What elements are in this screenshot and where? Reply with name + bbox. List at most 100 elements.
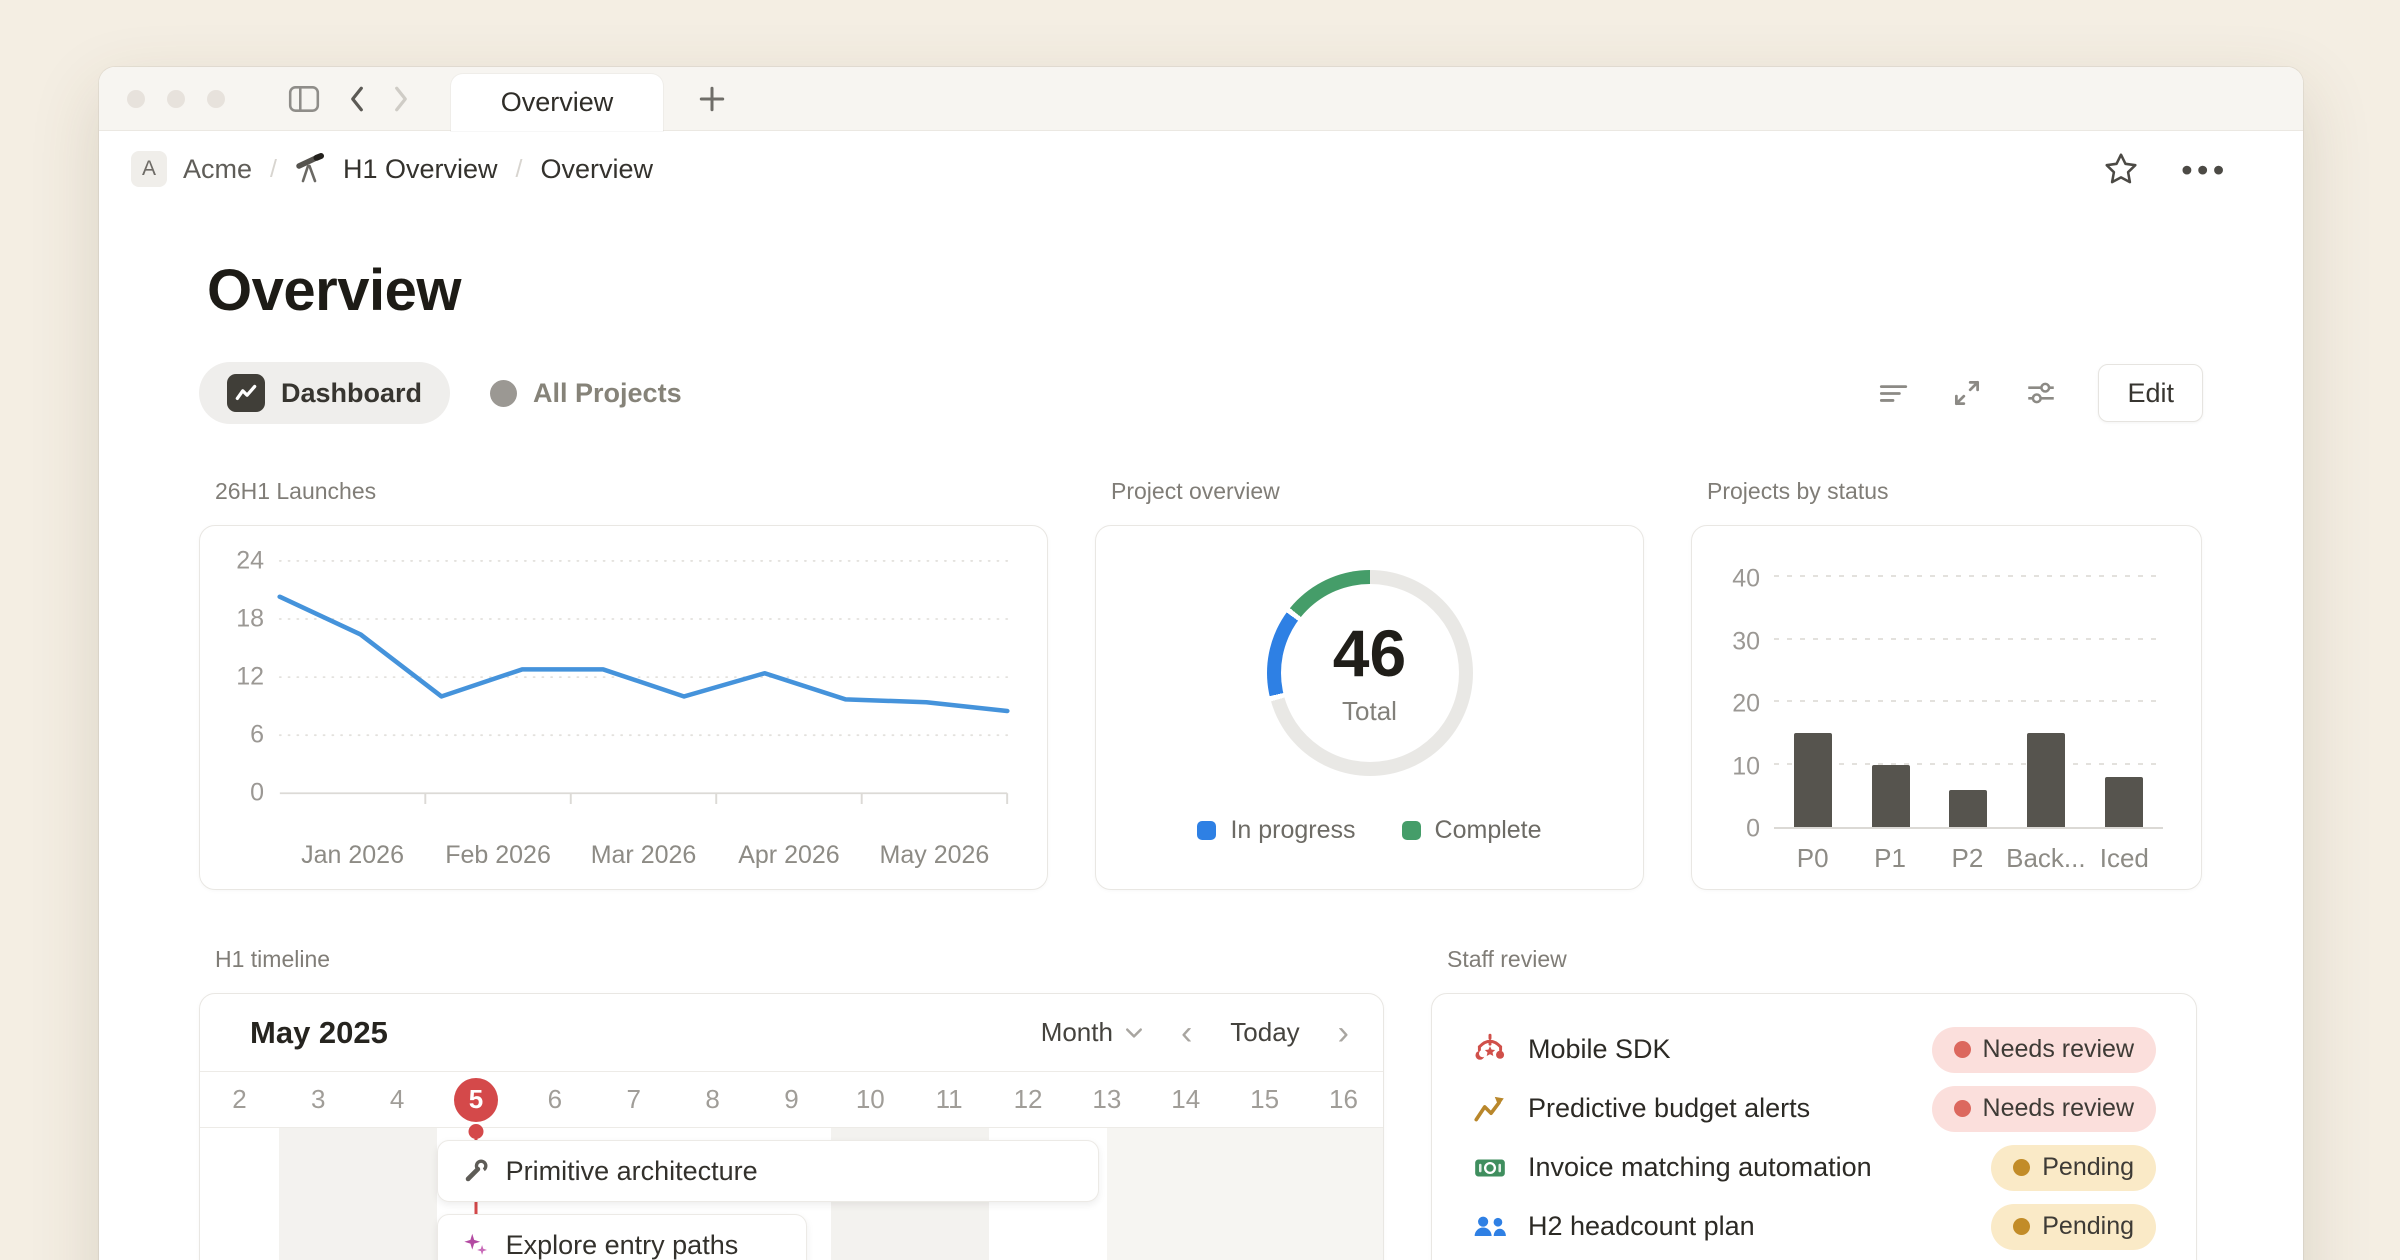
section-label: H1 timeline — [215, 946, 1384, 973]
tab-overview[interactable]: Overview — [451, 74, 663, 131]
app-window: Overview A Acme / H1 Ov — [99, 67, 2303, 1260]
status-badge: Needs review — [1932, 1086, 2156, 1132]
timeline-day[interactable]: 11 — [910, 1072, 989, 1127]
donut-total-label: Total — [1342, 696, 1397, 727]
timeline-next-icon[interactable]: › — [1338, 1016, 1349, 1050]
traffic-light-zoom[interactable] — [207, 90, 225, 108]
timeline-day[interactable]: 14 — [1146, 1072, 1225, 1127]
timeline-day[interactable]: 7 — [594, 1072, 673, 1127]
event-label: Explore entry paths — [506, 1230, 739, 1260]
breadcrumb-current[interactable]: Overview — [540, 154, 653, 185]
line-chart-x-axis: Jan 2026Feb 2026Mar 2026Apr 2026May 2026 — [274, 833, 1013, 875]
view-tabs: Dashboard All Projects — [199, 362, 710, 424]
bar-category-label: Back... — [2006, 843, 2085, 875]
bar-category-label: P1 — [1874, 843, 1906, 875]
view-tab-dashboard[interactable]: Dashboard — [199, 362, 450, 424]
gray-circle-icon — [490, 380, 517, 407]
bar-chart-bars — [1774, 558, 2163, 827]
bar-chart-x-labels: P0P1P2Back...Iced — [1774, 833, 2163, 875]
timeline-event-primitive-architecture[interactable]: Primitive architecture — [437, 1140, 1099, 1202]
toolbar: Edit — [1876, 364, 2203, 422]
staff-item-label: Invoice matching automation — [1528, 1152, 1872, 1183]
baby-mobile-icon — [1472, 1032, 1508, 1068]
bar — [2027, 733, 2065, 827]
view-tab-all-projects[interactable]: All Projects — [462, 362, 710, 424]
favorite-star-icon[interactable] — [2103, 151, 2139, 187]
timeline-gray-panel — [1107, 1128, 1383, 1260]
workspace-avatar[interactable]: A — [131, 151, 167, 187]
status-badge: Needs review — [1932, 1027, 2156, 1073]
tab-title: Overview — [501, 87, 614, 118]
status-label: Needs review — [1983, 1035, 2134, 1064]
back-icon[interactable] — [335, 84, 379, 114]
dollar-bill-icon — [1472, 1150, 1508, 1186]
timeline-day[interactable]: 15 — [1225, 1072, 1304, 1127]
breadcrumb-parent[interactable]: H1 Overview — [343, 154, 498, 185]
edit-button[interactable]: Edit — [2098, 364, 2203, 422]
sidebar-toggle-icon[interactable] — [287, 84, 321, 114]
staff-review-card: Mobile SDK Needs review — [1431, 993, 2197, 1260]
timeline-prev-icon[interactable]: ‹ — [1181, 1016, 1192, 1050]
page-title: Overview — [207, 257, 2203, 324]
bar-chart: 010203040 P0P1P2Back...Iced — [1692, 526, 2201, 889]
view-selector-label: Month — [1041, 1017, 1113, 1048]
bar-chart-area — [1774, 558, 2163, 829]
breadcrumb-workspace[interactable]: Acme — [183, 154, 252, 185]
timeline-day[interactable]: 8 — [673, 1072, 752, 1127]
more-options-icon[interactable]: ••• — [2181, 154, 2229, 185]
timeline-day[interactable]: 16 — [1304, 1072, 1383, 1127]
status-label: Pending — [2042, 1212, 2134, 1241]
timeline-day[interactable]: 4 — [358, 1072, 437, 1127]
timeline-day[interactable]: 6 — [515, 1072, 594, 1127]
line-chart-svg — [274, 552, 1013, 829]
staff-row-h2-headcount-plan[interactable]: H2 headcount plan Pending — [1472, 1197, 2156, 1256]
staff-row-predictive-budget-alerts[interactable]: Predictive budget alerts Needs review — [1472, 1079, 2156, 1138]
sliders-icon[interactable] — [2024, 376, 2058, 410]
traffic-light-close[interactable] — [127, 90, 145, 108]
section-label: Projects by status — [1707, 478, 2202, 505]
bar-chart-plot: P0P1P2Back...Iced — [1774, 558, 2163, 875]
filter-icon[interactable] — [1876, 376, 1910, 410]
timeline-day[interactable]: 12 — [989, 1072, 1068, 1127]
timeline-event-explore-entry-paths[interactable]: Explore entry paths — [437, 1214, 808, 1260]
project-overview-section: Project overview 46 Total In progress — [1095, 478, 1644, 890]
bar-category-label: P2 — [1952, 843, 1984, 875]
breadcrumb-bar: A Acme / H1 Overview / Overview — [99, 131, 2303, 207]
timeline-day[interactable]: 10 — [831, 1072, 910, 1127]
traffic-light-minimize[interactable] — [167, 90, 185, 108]
staff-row-invoice-matching-automation[interactable]: Invoice matching automation Pending — [1472, 1138, 2156, 1197]
bar-category-label: P0 — [1797, 843, 1829, 875]
staff-row-mobile-sdk[interactable]: Mobile SDK Needs review — [1472, 1020, 2156, 1079]
sparkles-icon — [462, 1231, 490, 1259]
donut-total-value: 46 — [1333, 620, 1406, 686]
timeline-view-selector[interactable]: Month — [1041, 1017, 1143, 1048]
timeline-day-today[interactable]: 5 — [437, 1072, 516, 1127]
view-tab-label: All Projects — [533, 378, 682, 409]
forward-icon[interactable] — [379, 84, 423, 114]
tab-strip: Overview — [99, 67, 2303, 131]
expand-icon[interactable] — [1950, 376, 1984, 410]
timeline-today-button[interactable]: Today — [1230, 1017, 1299, 1048]
donut-legend: In progress Complete — [1197, 816, 1541, 845]
status-label: Pending — [2042, 1153, 2134, 1182]
bar — [1794, 733, 1832, 827]
timeline-day[interactable]: 13 — [1067, 1072, 1146, 1127]
timeline-month-label: May 2025 — [250, 1015, 388, 1051]
today-dot — [469, 1124, 484, 1139]
new-tab-icon[interactable] — [697, 67, 727, 130]
timeline-card: May 2025 Month ‹ Today › 2 — [199, 993, 1384, 1260]
page-actions: ••• — [2103, 151, 2229, 187]
bar-chart-y-axis: 010203040 — [1716, 558, 1774, 829]
timeline-day[interactable]: 3 — [279, 1072, 358, 1127]
charts-row: 26H1 Launches 06121824 Jan 2026Feb 2026M… — [199, 478, 2203, 890]
weekend-band — [279, 1128, 358, 1260]
bar — [2105, 777, 2143, 827]
timeline-day[interactable]: 2 — [200, 1072, 279, 1127]
status-badge: Pending — [1991, 1204, 2156, 1250]
legend-item-in-progress: In progress — [1197, 816, 1355, 845]
timeline-day[interactable]: 9 — [752, 1072, 831, 1127]
legend-item-complete: Complete — [1402, 816, 1542, 845]
section-label: Staff review — [1447, 946, 2197, 973]
staff-review-section: Staff review — [1431, 946, 2197, 1260]
view-tab-label: Dashboard — [281, 378, 422, 409]
